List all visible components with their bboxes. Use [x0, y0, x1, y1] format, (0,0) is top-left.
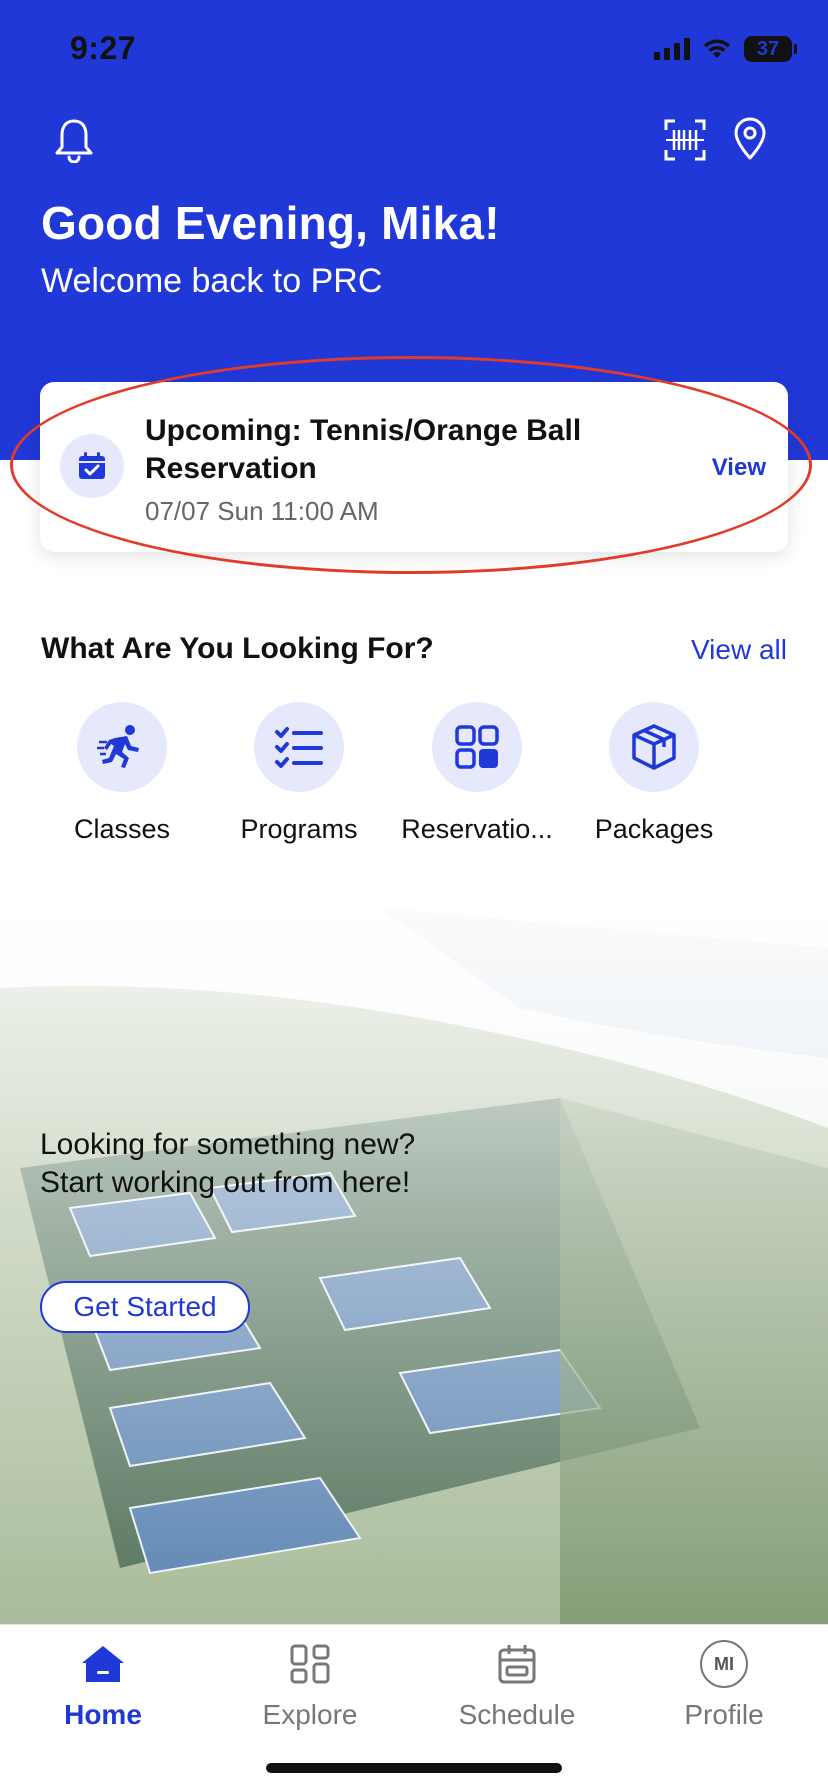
section-title: What Are You Looking For?: [41, 632, 434, 665]
checklist-icon: [254, 702, 344, 792]
status-bar: 9:27 37: [0, 0, 828, 100]
welcome-subtitle: Welcome back to PRC: [41, 262, 383, 300]
tab-label: Profile: [684, 1699, 764, 1730]
avatar: MI: [700, 1640, 748, 1688]
tab-label: Home: [64, 1699, 142, 1730]
battery-level: 37: [756, 37, 780, 60]
category-classes[interactable]: Classes: [34, 702, 210, 845]
grid-icon: [432, 702, 522, 792]
view-upcoming-link[interactable]: View: [712, 454, 766, 482]
tab-profile[interactable]: MI Profile: [644, 1639, 804, 1731]
category-label: Classes: [73, 814, 171, 844]
upcoming-datetime: 07/07 Sun 11:00 AM: [145, 496, 379, 526]
calendar-icon: [437, 1639, 597, 1689]
category-list: Classes Programs Reservatio... Packages: [0, 702, 828, 862]
tab-schedule[interactable]: Schedule: [437, 1639, 597, 1731]
bell-icon[interactable]: [48, 112, 100, 168]
running-person-icon: [77, 702, 167, 792]
category-label: Packages: [594, 814, 714, 844]
promo-line-1: Looking for something new?: [40, 1128, 416, 1161]
cellular-signal-icon: [654, 38, 690, 60]
promo-banner: Looking for something new? Start working…: [0, 868, 828, 1624]
battery-icon: 37: [744, 36, 797, 62]
tab-home[interactable]: Home: [23, 1639, 183, 1731]
wifi-icon: [702, 38, 732, 60]
status-time: 9:27: [70, 30, 137, 66]
tab-label: Explore: [262, 1699, 358, 1730]
greeting-title: Good Evening, Mika!: [41, 197, 500, 249]
tab-explore[interactable]: Explore: [230, 1639, 390, 1731]
get-started-button[interactable]: Get Started: [40, 1281, 250, 1333]
upcoming-title: Upcoming: Tennis/Orange Ball Reservation: [145, 414, 582, 485]
location-pin-icon[interactable]: [728, 112, 772, 166]
avatar-icon: MI: [644, 1639, 804, 1689]
upcoming-reservation-card[interactable]: Upcoming: Tennis/Orange Ball Reservation…: [40, 382, 788, 552]
explore-grid-icon: [230, 1639, 390, 1689]
category-label: Programs: [240, 814, 358, 844]
barcode-scan-icon[interactable]: [660, 114, 710, 166]
home-icon: [23, 1639, 183, 1689]
calendar-check-icon: [60, 434, 124, 498]
category-packages[interactable]: Packages: [566, 702, 742, 845]
view-all-link[interactable]: View all: [691, 634, 787, 666]
tab-label: Schedule: [458, 1699, 576, 1730]
status-indicators: 37: [654, 36, 797, 62]
promo-text: Looking for something new? Start working…: [40, 1126, 415, 1202]
category-label: Reservatio...: [401, 814, 553, 844]
category-reservations[interactable]: Reservatio...: [389, 702, 565, 845]
aerial-courts-image: [0, 868, 828, 1624]
package-box-icon: [609, 702, 699, 792]
category-programs[interactable]: Programs: [211, 702, 387, 845]
promo-line-2: Start working out from here!: [40, 1166, 411, 1199]
home-indicator: [266, 1763, 562, 1773]
